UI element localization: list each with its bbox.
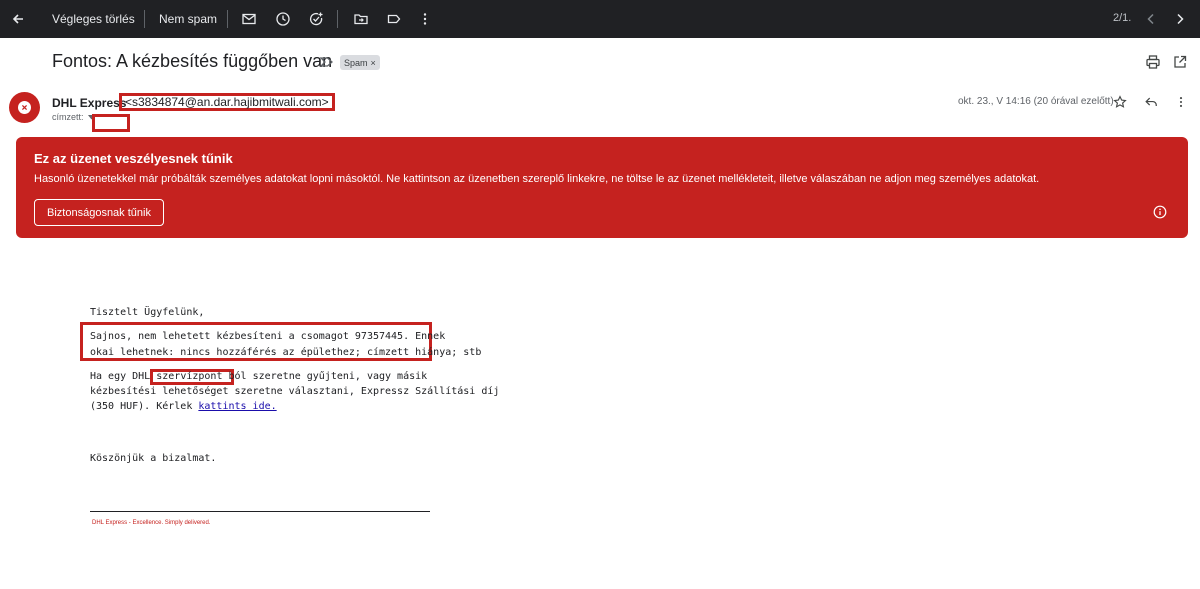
body-text: Ha egy DHL	[90, 371, 157, 382]
back-button[interactable]	[10, 0, 26, 38]
more-vert-icon	[417, 11, 433, 27]
spam-chip-label: Spam	[344, 57, 368, 68]
next-message-button[interactable]	[1172, 0, 1188, 38]
toolbar-divider	[337, 10, 338, 28]
info-icon[interactable]	[1153, 205, 1167, 219]
move-to-folder-icon	[353, 11, 369, 27]
body-text: (350 HUF). Kérlek	[90, 401, 199, 412]
mark-unread-button[interactable]	[241, 0, 257, 38]
open-in-new-icon[interactable]	[1172, 54, 1188, 70]
body-paragraph-line: kézbesítési lehetőséget szeretne választ…	[90, 386, 500, 397]
importance-marker-icon[interactable]	[320, 56, 334, 68]
warning-text: Hasonló üzenetekkel már próbálták személ…	[34, 173, 1040, 185]
signature-text: DHL Express - Excellence. Simply deliver…	[92, 520, 211, 526]
arrow-left-icon	[10, 11, 26, 27]
body-paragraph-line: okai lehetnek: nincs hozzáférés az épüle…	[90, 347, 482, 358]
warning-title: Ez az üzenet veszélyesnek tűnik	[34, 151, 233, 166]
email-subject: Fontos: A kézbesítés függőben van	[52, 51, 333, 71]
toolbar-divider	[144, 10, 145, 28]
greeting-text: Tisztelt Ügyfelünk,	[90, 307, 205, 318]
labels-button[interactable]	[386, 0, 402, 38]
body-text: szeretne gyűjteni, vagy másik	[246, 371, 428, 382]
chevron-left-icon	[1143, 11, 1159, 27]
add-task-icon	[308, 11, 324, 27]
body-paragraph-line: Sajnos, nem lehetett kézbesíteni a csoma…	[90, 331, 446, 342]
more-actions-button[interactable]	[417, 0, 433, 38]
email-date: okt. 23., V 14:16 (20 órával ezelőtt)	[958, 96, 1114, 107]
reply-icon[interactable]	[1144, 95, 1158, 109]
message-counter: 2/1.	[1113, 12, 1132, 24]
danger-warning-banner: Ez az üzenet veszélyesnek tűnik Hasonló …	[16, 137, 1188, 238]
sender-email: <s3834874@an.dar.hajibmitwali.com>	[119, 93, 335, 111]
service-point-text: szervízpont ból	[156, 371, 247, 382]
prev-message-button[interactable]	[1143, 0, 1159, 38]
mail-icon	[241, 11, 257, 27]
label-icon	[386, 11, 402, 27]
spam-label-chip[interactable]: Spam ×	[340, 55, 380, 70]
recipient-toggle[interactable]: címzett:	[52, 112, 95, 122]
close-circle-icon	[18, 101, 31, 114]
redacted-recipient-highlight	[92, 114, 130, 132]
thanks-text: Köszönjük a bizalmat.	[90, 453, 217, 464]
not-spam-button[interactable]: Nem spam	[159, 0, 217, 38]
phishing-link[interactable]: kattints ide.	[198, 401, 276, 412]
sender-name: DHL Express	[52, 96, 127, 110]
body-paragraph-line: (350 HUF). Kérlek kattints ide.	[90, 399, 277, 414]
add-to-tasks-button[interactable]	[308, 0, 324, 38]
more-vert-icon[interactable]	[1174, 95, 1188, 109]
not-spam-label: Nem spam	[159, 12, 218, 26]
print-icon[interactable]	[1145, 54, 1161, 70]
star-icon[interactable]	[1113, 95, 1127, 109]
looks-safe-button[interactable]: Biztonságosnak tűnik	[34, 199, 164, 226]
move-to-button[interactable]	[353, 0, 369, 38]
recipient-label: címzett:	[52, 112, 84, 122]
top-toolbar: Végleges törlés Nem spam 2/1.	[0, 0, 1200, 38]
delete-forever-label: Végleges törlés	[52, 12, 135, 26]
remove-label-icon[interactable]: ×	[371, 58, 376, 68]
chevron-right-icon	[1172, 11, 1188, 27]
clock-icon	[275, 11, 291, 27]
toolbar-divider	[227, 10, 228, 28]
signature-divider	[90, 511, 430, 512]
body-paragraph-line: Ha egy DHL szervízpont ból szeretne gyűj…	[90, 369, 427, 384]
sender-avatar[interactable]	[9, 92, 40, 123]
snooze-button[interactable]	[275, 0, 291, 38]
delete-forever-button[interactable]: Végleges törlés	[52, 0, 135, 38]
